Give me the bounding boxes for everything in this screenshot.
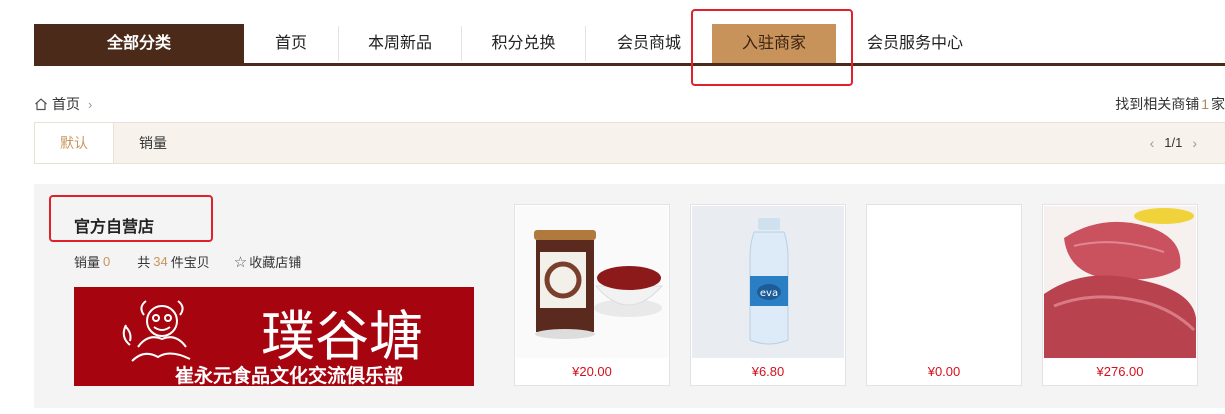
results-count: 找到相关商铺 1 家 [1115, 94, 1225, 114]
page-indicator: 1/1 [1164, 135, 1183, 150]
sort-sales-tab[interactable]: 销量 [125, 123, 181, 163]
star-outline-icon: ☆ [233, 253, 248, 271]
product-card[interactable]: ¥20.00 [514, 204, 670, 386]
breadcrumb: 首页 › [34, 94, 92, 114]
sales-label: 销量 [74, 255, 101, 270]
nav-item-home[interactable]: 首页 [244, 24, 338, 63]
product-card[interactable]: ¥0.00 [866, 204, 1022, 386]
store-stats: 销量 0 共 34 件宝贝 ☆ 收藏店铺 [74, 252, 325, 271]
product-price: ¥20.00 [572, 364, 612, 379]
highlight-box-nav [691, 9, 853, 86]
all-categories-button[interactable]: 全部分类 [34, 24, 244, 63]
breadcrumb-home-link[interactable]: 首页 [52, 94, 80, 114]
product-price: ¥6.80 [751, 364, 785, 379]
next-page-icon[interactable]: › [1192, 123, 1197, 163]
highlight-box-store [49, 195, 213, 242]
results-number: 1 [1201, 96, 1209, 112]
nav-item-points-exchange[interactable]: 积分兑换 [462, 24, 585, 63]
results-unit: 家 [1211, 96, 1225, 112]
pager: ‹ 1/1 › [1140, 123, 1207, 163]
results-label: 找到相关商铺 [1115, 96, 1200, 112]
total-prefix: 共 [137, 255, 151, 270]
store-item-count: 共 34 件宝贝 [137, 252, 210, 271]
store-sales: 销量 0 [74, 252, 113, 271]
total-count: 34 [153, 254, 168, 269]
product-card[interactable]: eva ¥6.80 [690, 204, 846, 386]
total-suffix: 件宝贝 [170, 255, 210, 270]
product-image-beans-jar[interactable] [516, 206, 668, 358]
favorite-store-button[interactable]: ☆ 收藏店铺 [234, 252, 301, 271]
banner-title: 璞谷塘 [261, 305, 423, 368]
nav-item-new-this-week[interactable]: 本周新品 [339, 24, 461, 63]
sales-value: 0 [103, 254, 111, 269]
product-image-empty[interactable] [868, 206, 1020, 358]
svg-text:eva: eva [760, 288, 778, 299]
store-banner[interactable]: 璞谷塘 崔永元食品文化交流俱乐部 [74, 287, 474, 387]
chevron-right-icon: › [88, 96, 93, 112]
prev-page-icon[interactable]: ‹ [1150, 123, 1155, 163]
product-image-beef[interactable] [1044, 206, 1196, 358]
product-image-water-bottle[interactable]: eva [692, 206, 844, 358]
product-price: ¥0.00 [927, 364, 961, 379]
sort-bar: 默认 销量 ‹ 1/1 › [34, 122, 1225, 164]
product-price: ¥276.00 [1096, 364, 1144, 379]
sort-default-tab[interactable]: 默认 [35, 123, 114, 163]
home-icon [34, 97, 48, 111]
main-nav: 全部分类 首页 本周新品 积分兑换 会员商城 入驻商家 会员服务中心 [34, 24, 1225, 66]
banner-subtitle: 崔永元食品文化交流俱乐部 [175, 364, 403, 386]
lion-logo-icon [122, 300, 191, 362]
nav-item-member-service[interactable]: 会员服务中心 [854, 24, 976, 63]
product-card[interactable]: ¥276.00 [1042, 204, 1198, 386]
favorite-label: 收藏店铺 [249, 255, 302, 270]
